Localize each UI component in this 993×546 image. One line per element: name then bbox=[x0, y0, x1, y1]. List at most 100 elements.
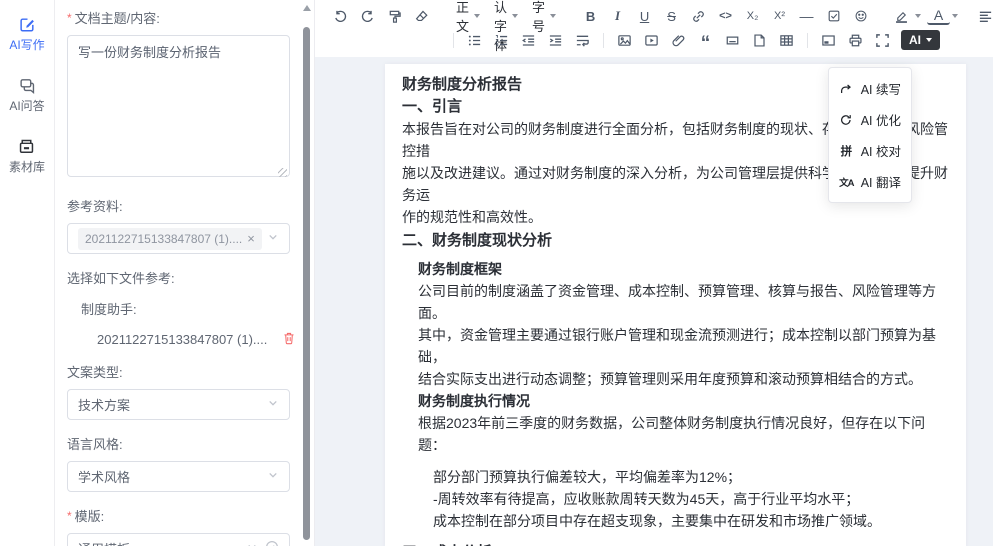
doc-subheading-execution: 财务制度执行情况 bbox=[418, 390, 948, 412]
menu-item-ai-proofread[interactable]: 拼 AI 校对 bbox=[829, 135, 911, 166]
doc-line: 其中，资金管理主要通过银行账户管理和现金流预测进行；成本控制以部门预算为基础， bbox=[418, 324, 948, 368]
bold-button[interactable]: B bbox=[579, 5, 602, 27]
blockquote-button[interactable]: “ bbox=[694, 29, 717, 51]
delete-file-icon[interactable] bbox=[282, 331, 296, 348]
emoji-button[interactable] bbox=[849, 5, 872, 27]
chevron-down-icon bbox=[246, 541, 258, 546]
chevron-down-icon[interactable] bbox=[952, 14, 958, 18]
chevron-down-icon bbox=[512, 14, 518, 18]
redo-button[interactable] bbox=[356, 5, 379, 27]
insert-table-button[interactable] bbox=[775, 29, 798, 51]
italic-button[interactable]: I bbox=[606, 5, 629, 27]
doc-type-select[interactable]: 技术方案 bbox=[67, 389, 290, 420]
doc-line: 根据2023年前三季度的财务数据，公司整体财务制度执行情况良好，但存在以下问题： bbox=[418, 412, 948, 456]
doc-line: 结合实际支出进行动态调整；预算管理则采用年度预算和滚动预算相结合的方式。 bbox=[418, 368, 948, 390]
nav-item-material-library[interactable]: 素材库 bbox=[9, 138, 45, 175]
panel-scrollbar[interactable] bbox=[300, 0, 313, 546]
menu-item-ai-continue[interactable]: AI 续写 bbox=[829, 73, 911, 104]
ai-writing-icon bbox=[19, 16, 36, 33]
scrollbar-thumb[interactable] bbox=[303, 27, 310, 540]
menu-item-ai-translate[interactable]: 文A AI 翻译 bbox=[829, 166, 911, 197]
reference-label: 参考资料: bbox=[67, 196, 290, 215]
strikethrough-button[interactable]: S bbox=[660, 5, 683, 27]
reference-file-tag: 2021122715133847807 (1).... × bbox=[78, 228, 262, 250]
reference-select[interactable]: 2021122715133847807 (1).... × bbox=[67, 223, 290, 254]
highlight-color-button[interactable] bbox=[890, 5, 913, 27]
underline-button[interactable]: U bbox=[633, 5, 656, 27]
menu-item-ai-optimize[interactable]: AI 优化 bbox=[829, 104, 911, 135]
app-window: AI写作 AI问答 素材库 * 文 bbox=[0, 0, 993, 546]
fullscreen-button[interactable] bbox=[871, 29, 894, 51]
textarea-resize-handle[interactable] bbox=[278, 168, 287, 177]
toolbar-row-2: “ bbox=[365, 28, 993, 52]
chevron-down-icon bbox=[267, 231, 279, 246]
nav-item-label: AI写作 bbox=[9, 36, 44, 53]
link-button[interactable] bbox=[687, 5, 710, 27]
line-break-button[interactable] bbox=[571, 29, 594, 51]
text-box-button[interactable] bbox=[721, 29, 744, 51]
nav-item-label: AI问答 bbox=[9, 97, 44, 114]
chevron-down-icon[interactable] bbox=[915, 14, 921, 18]
bullet-list-button[interactable] bbox=[463, 29, 486, 51]
template-select[interactable]: 通用模板 bbox=[67, 533, 290, 546]
writing-form-panel: * 文档主题/内容: 写一份财务制度分析报告 参考资料: 20211227151… bbox=[55, 0, 315, 546]
clear-format-eraser-button[interactable] bbox=[410, 5, 433, 27]
align-dropdown-button[interactable] bbox=[974, 5, 993, 27]
todo-checkbox-button[interactable] bbox=[822, 5, 845, 27]
editor-toolbar: 正文 默认字体 字号 B I U S <> X₂ X² — bbox=[315, 0, 993, 57]
icon-nav: AI写作 AI问答 素材库 bbox=[0, 0, 55, 546]
doc-type-label: 文案类型: bbox=[67, 362, 290, 381]
tag-close-icon[interactable]: × bbox=[247, 232, 255, 245]
subscript-button[interactable]: X₂ bbox=[741, 5, 764, 27]
doc-list-item: -周转效率有待提高，应收账款周转天数为45天，高于行业平均水平； bbox=[433, 488, 948, 510]
print-button[interactable] bbox=[844, 29, 867, 51]
chevron-down-icon bbox=[267, 397, 279, 412]
insert-image-button[interactable] bbox=[613, 29, 636, 51]
doc-list-item: 部分部门预算执行偏差较大，平均偏差率为12%； bbox=[433, 466, 948, 488]
style-label: 语言风格: bbox=[67, 434, 290, 453]
font-size-dropdown[interactable]: 字号 bbox=[525, 5, 563, 27]
ai-proofread-icon: 拼 bbox=[839, 143, 854, 159]
chevron-down-icon bbox=[550, 14, 556, 18]
assistant-label: 制度助手: bbox=[81, 299, 290, 318]
style-select[interactable]: 学术风格 bbox=[67, 461, 290, 492]
font-color-button[interactable]: A bbox=[927, 7, 950, 25]
doc-type-value: 技术方案 bbox=[78, 395, 130, 414]
topic-input[interactable]: 写一份财务制度分析报告 bbox=[67, 35, 290, 177]
editor-canvas: 财务制度分析报告 一、引言 本报告旨在对公司的财务制度进行全面分析，包括财务制度… bbox=[315, 57, 993, 546]
ai-translate-icon: 文A bbox=[839, 175, 854, 189]
nav-item-ai-qa[interactable]: AI问答 bbox=[9, 77, 44, 114]
paragraph-style-dropdown[interactable]: 正文 bbox=[449, 5, 487, 27]
font-family-dropdown[interactable]: 默认字体 bbox=[487, 5, 525, 27]
page-break-button[interactable] bbox=[748, 29, 771, 51]
ai-continue-icon bbox=[839, 82, 854, 96]
ai-tools-button[interactable]: AI bbox=[901, 30, 940, 50]
ordered-list-button[interactable] bbox=[490, 29, 513, 51]
assistant-file-name: 2021122715133847807 (1).... bbox=[97, 332, 267, 347]
doc-heading-cost: 三、成本分析 bbox=[402, 542, 948, 546]
template-value: 通用模板 bbox=[78, 539, 130, 546]
scroll-up-arrow[interactable] bbox=[303, 5, 311, 11]
doc-heading-status: 二、财务制度现状分析 bbox=[402, 230, 948, 252]
code-button[interactable]: <> bbox=[714, 5, 737, 27]
embed-button[interactable] bbox=[817, 29, 840, 51]
indent-button[interactable] bbox=[544, 29, 567, 51]
attachment-button[interactable] bbox=[667, 29, 690, 51]
doc-subheading-framework: 财务制度框架 bbox=[418, 258, 948, 280]
ai-dropdown-menu: AI 续写 AI 优化 拼 AI 校对 文A AI 翻译 bbox=[828, 67, 912, 203]
style-value: 学术风格 bbox=[78, 467, 130, 486]
undo-button[interactable] bbox=[329, 5, 352, 27]
chevron-down-icon bbox=[267, 469, 279, 484]
format-painter-button[interactable] bbox=[383, 5, 406, 27]
outdent-button[interactable] bbox=[517, 29, 540, 51]
chevron-down-icon bbox=[474, 14, 480, 18]
nav-item-label: 素材库 bbox=[9, 158, 45, 175]
material-library-icon bbox=[18, 138, 35, 155]
toolbar-row-1: 正文 默认字体 字号 B I U S <> X₂ X² — bbox=[327, 4, 983, 28]
nav-item-ai-writing[interactable]: AI写作 bbox=[9, 16, 44, 53]
superscript-button[interactable]: X² bbox=[768, 5, 791, 27]
insert-video-button[interactable] bbox=[640, 29, 663, 51]
template-check-icon bbox=[265, 540, 279, 546]
doc-line: 公司目前的制度涵盖了资金管理、成本控制、预算管理、核算与报告、风险管理等方面。 bbox=[418, 280, 948, 324]
divider-line-button[interactable]: — bbox=[795, 5, 818, 27]
